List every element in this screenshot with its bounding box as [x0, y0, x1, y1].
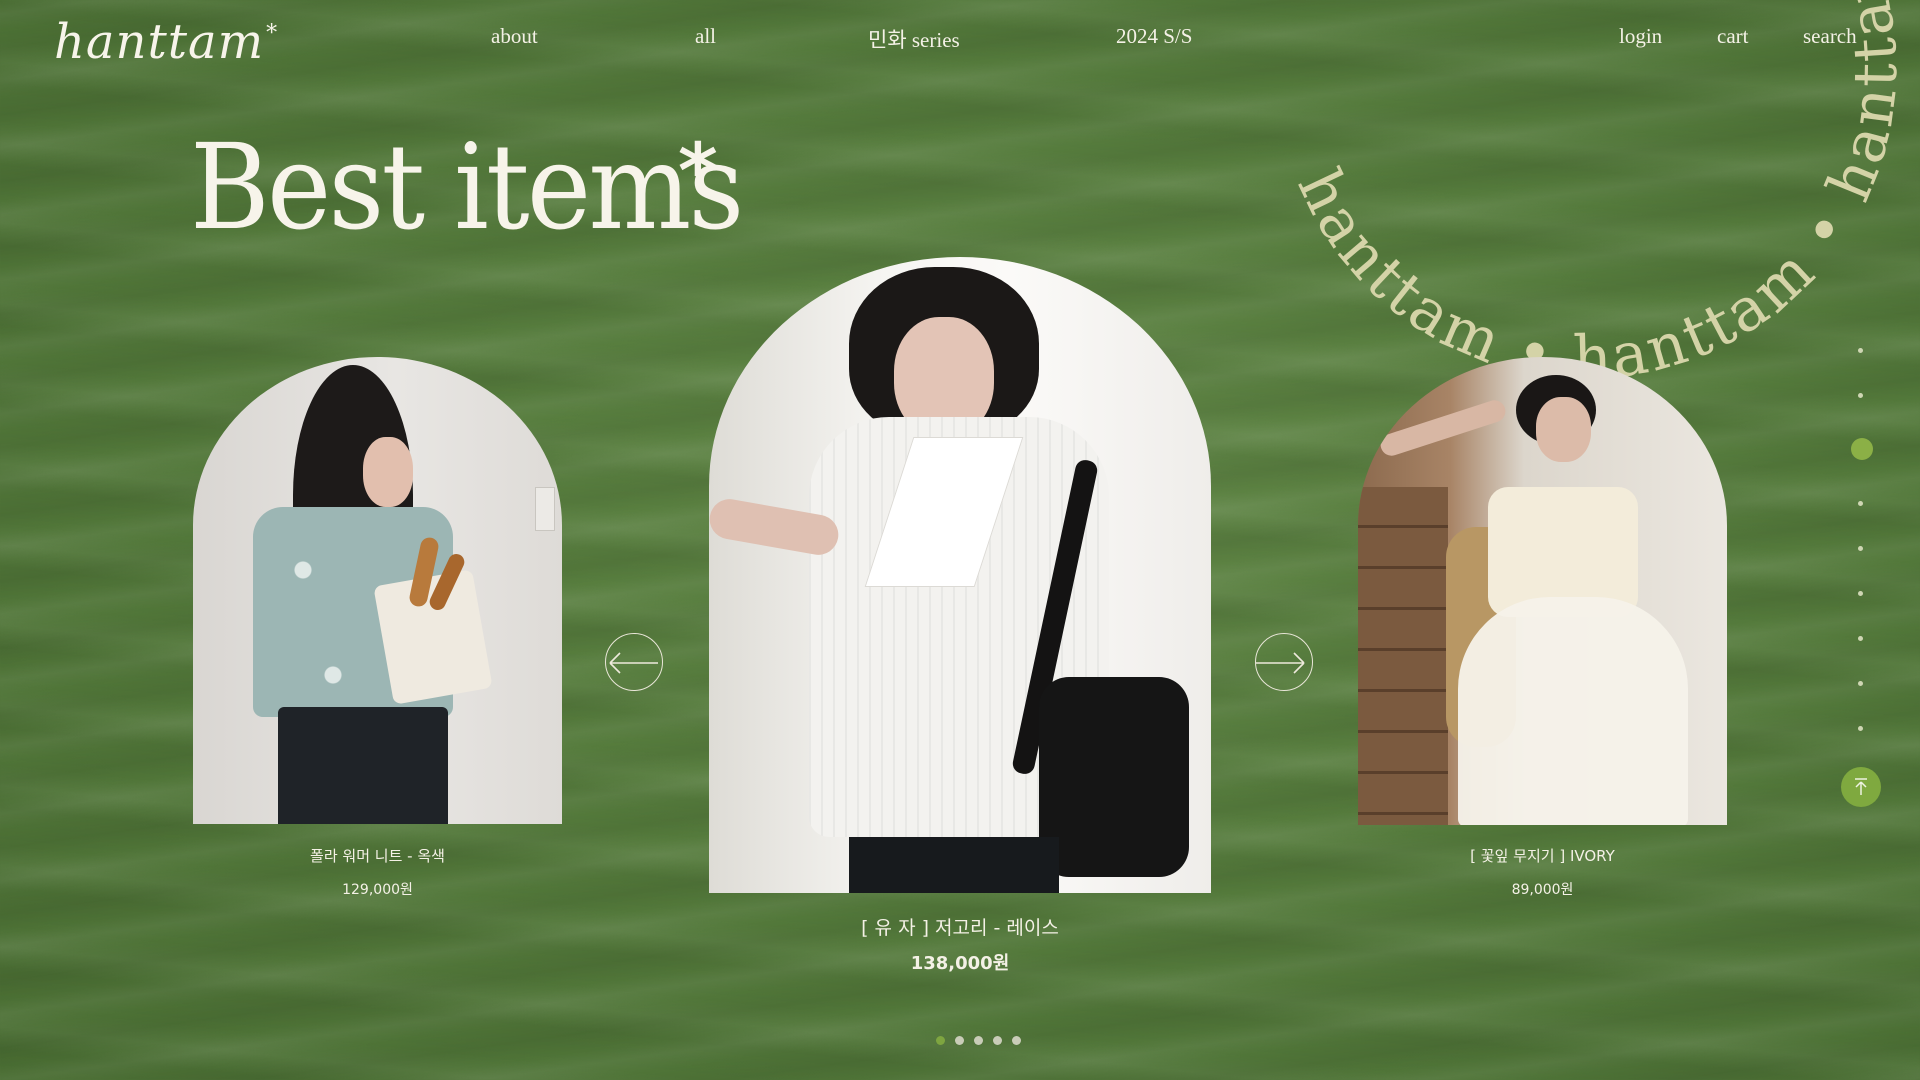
- logo-star: *: [266, 21, 279, 46]
- product-image-left[interactable]: [193, 357, 562, 824]
- nav-item-all[interactable]: all: [695, 24, 716, 49]
- pagination-dot-1[interactable]: [936, 1036, 945, 1045]
- pagination-dot-5[interactable]: [1012, 1036, 1021, 1045]
- product-card-center[interactable]: [ 유 자 ] 저고리 - 레이스 138,000원: [709, 257, 1211, 977]
- side-nav-dot-active[interactable]: [1851, 438, 1873, 460]
- side-nav-dot-8[interactable]: [1858, 726, 1863, 731]
- rotating-brand-ring: hanttam • hanttam • hanttam • hanttam •: [1284, 0, 1912, 394]
- logo-text: hanttam: [54, 14, 265, 70]
- pagination-dot-3[interactable]: [974, 1036, 983, 1045]
- ring-text-path: hanttam • hanttam • hanttam • hanttam •: [1284, 0, 1909, 394]
- product-image-right[interactable]: [1358, 357, 1727, 825]
- product-photo-jeogori: [709, 257, 1211, 893]
- nav-item-about[interactable]: about: [491, 24, 538, 49]
- side-nav-dot-4[interactable]: [1858, 546, 1863, 551]
- prev-slide-button[interactable]: [605, 633, 663, 691]
- side-nav-dot-7[interactable]: [1858, 681, 1863, 686]
- next-slide-button[interactable]: [1255, 633, 1313, 691]
- scroll-to-top-button[interactable]: [1841, 767, 1881, 807]
- side-nav-dot-5[interactable]: [1858, 591, 1863, 596]
- side-nav-dot-6[interactable]: [1858, 636, 1863, 641]
- product-card-right[interactable]: [ 꽃잎 무지기 ] IVORY 89,000원: [1358, 357, 1727, 907]
- side-nav-dot-3[interactable]: [1858, 501, 1863, 506]
- arrow-left-icon: [609, 652, 658, 674]
- product-photo-dress: [1358, 357, 1727, 825]
- ring-text: hanttam • hanttam • hanttam • hanttam •: [1284, 0, 1912, 394]
- pagination-dot-4[interactable]: [993, 1036, 1002, 1045]
- brand-logo[interactable]: hanttam*: [54, 14, 279, 70]
- pagination-dot-2[interactable]: [955, 1036, 964, 1045]
- product-image-center[interactable]: [709, 257, 1211, 893]
- arrow-right-icon: [1256, 652, 1305, 674]
- side-nav-dot-2[interactable]: [1858, 393, 1863, 398]
- product-card-left[interactable]: 폴라 워머 니트 - 옥색 129,000원: [193, 357, 562, 907]
- product-price-right: 89,000원: [1511, 882, 1574, 898]
- product-name-left[interactable]: 폴라 워머 니트 - 옥색: [193, 845, 562, 866]
- product-photo-knit: [193, 357, 562, 824]
- nav-item-minhwa-series[interactable]: 민화 series: [868, 24, 960, 54]
- product-name-right[interactable]: [ 꽃잎 무지기 ] IVORY: [1358, 845, 1727, 866]
- nav-item-2024-ss[interactable]: 2024 S/S: [1116, 24, 1192, 49]
- product-name-center[interactable]: [ 유 자 ] 저고리 - 레이스: [709, 913, 1211, 940]
- arrow-up-to-top-icon: [1855, 778, 1867, 795]
- carousel-pagination: [936, 1036, 1021, 1045]
- title-asterisk: *: [678, 126, 718, 215]
- product-price-center: 138,000원: [910, 953, 1010, 974]
- product-price-left: 129,000원: [342, 882, 413, 898]
- page-title: Best items: [190, 118, 744, 256]
- side-nav-dot-1[interactable]: [1858, 348, 1863, 353]
